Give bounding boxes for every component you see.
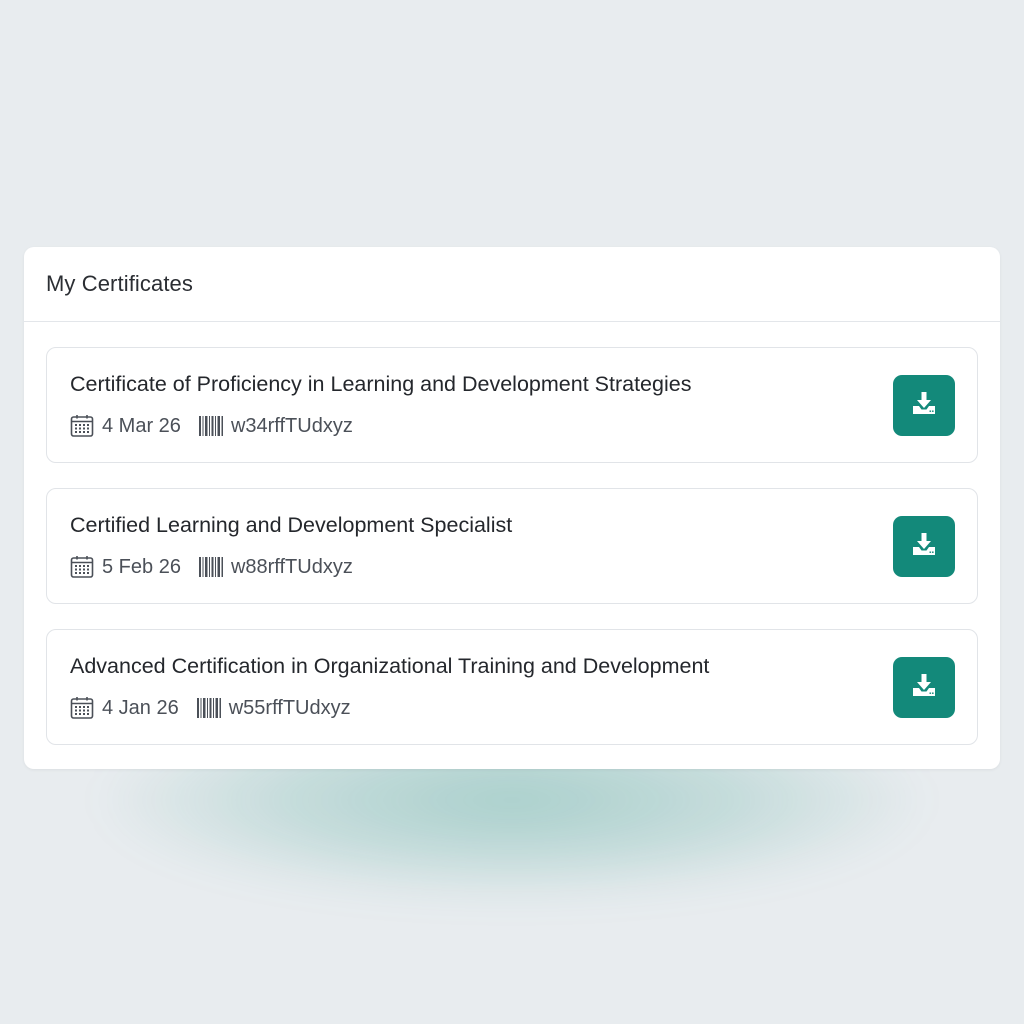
panel-header: My Certificates [24,247,1000,322]
certificate-title: Certificate of Proficiency in Learning a… [70,372,692,396]
certificate-code: w34rffTUdxyz [230,414,353,437]
calendar-icon [70,414,94,438]
certificate-meta: 4 Mar 26 w34rffTUdxyz [70,414,353,438]
download-icon [911,672,937,703]
certificate-meta: 5 Feb 26 w88rffTUdxyz [70,555,353,579]
barcode-icon [198,556,223,578]
certificate-code: w55rffTUdxyz [228,696,351,719]
download-button[interactable] [893,516,955,577]
certificate-title: Advanced Certification in Organizational… [70,654,710,678]
download-icon [911,390,937,421]
download-button[interactable] [893,375,955,436]
barcode-icon [196,697,221,719]
certificate-item: Certificate of Proficiency in Learning a… [46,347,978,463]
panel-title: My Certificates [46,271,193,296]
calendar-icon [70,555,94,579]
certificate-date: 4 Mar 26 [102,414,181,437]
barcode-icon [198,415,223,437]
certificate-code: w88rffTUdxyz [230,555,353,578]
certificate-date: 4 Jan 26 [102,696,179,719]
certificate-date: 5 Feb 26 [102,555,181,578]
certificate-list: Certificate of Proficiency in Learning a… [46,347,978,770]
download-button[interactable] [893,657,955,718]
certificate-meta: 4 Jan 26 w55rffTUdxyz [70,696,351,720]
certificate-item: Advanced Certification in Organizational… [46,629,978,745]
certificates-panel: My Certificates Certificate of Proficien… [24,247,1000,769]
calendar-icon [70,696,94,720]
download-icon [911,531,937,562]
certificate-title: Certified Learning and Development Speci… [70,513,513,537]
certificate-item: Certified Learning and Development Speci… [46,488,978,604]
